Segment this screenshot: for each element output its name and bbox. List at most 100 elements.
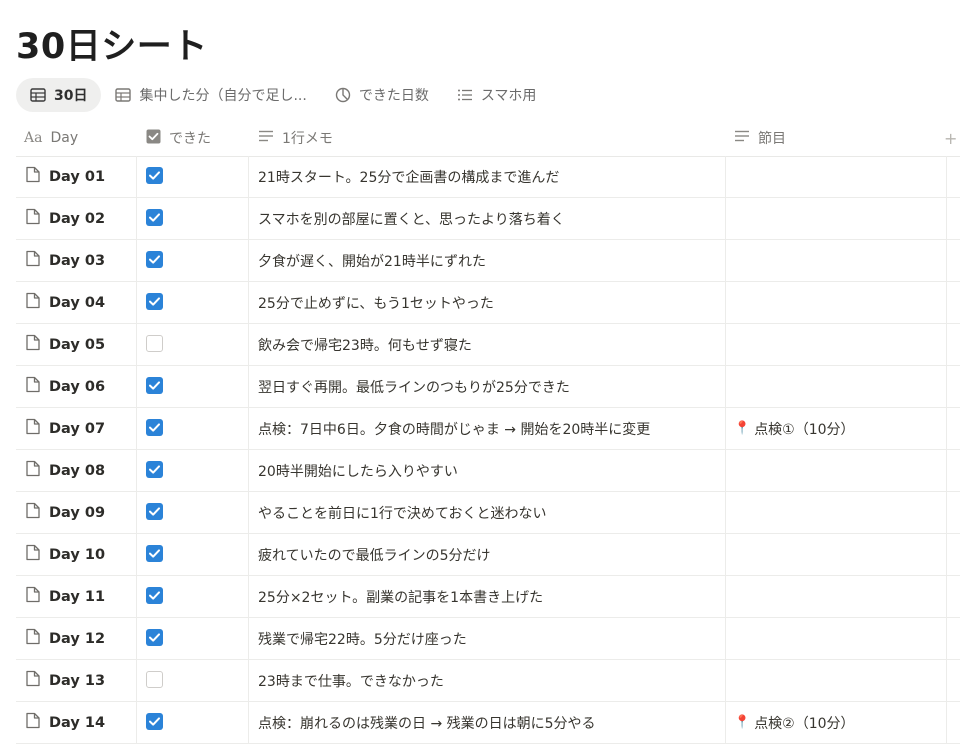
row-title-label: Day 04 <box>49 294 106 311</box>
column-divider <box>136 366 137 407</box>
row-title-label: Day 06 <box>49 378 106 395</box>
done-checkbox[interactable] <box>146 419 163 436</box>
table-row[interactable]: Day 12 残業で帰宅22時。5分だけ座った <box>16 618 960 660</box>
table-row[interactable]: Day 06 翌日すぐ再開。最低ラインのつもりが25分できた <box>16 366 960 408</box>
memo-cell[interactable]: 残業で帰宅22時。5分だけ座った <box>258 618 467 659</box>
table-row[interactable]: Day 02 スマホを別の部屋に置くと、思ったより落ち着く <box>16 198 960 240</box>
done-checkbox[interactable] <box>146 671 163 688</box>
row-title[interactable]: Day 14 <box>26 702 105 743</box>
row-title[interactable]: Day 13 <box>26 660 105 701</box>
tab-smartphone[interactable]: スマホ用 <box>443 78 551 112</box>
memo-cell[interactable]: スマホを別の部屋に置くと、思ったより落ち着く <box>258 198 565 239</box>
page-icon <box>26 292 40 313</box>
row-title[interactable]: Day 03 <box>26 240 105 281</box>
memo-cell[interactable]: 点検：崩れるのは残業の日 → 残業の日は朝に5分やる <box>258 702 596 743</box>
page-icon <box>26 460 40 481</box>
column-divider <box>136 240 137 281</box>
text-lines-icon <box>734 129 750 147</box>
row-title[interactable]: Day 09 <box>26 492 105 533</box>
row-title[interactable]: Day 02 <box>26 198 105 239</box>
column-divider <box>136 450 137 491</box>
column-divider <box>725 702 726 743</box>
table-row[interactable]: Day 03 夕食が遅く、開始が21時半にずれた <box>16 240 960 282</box>
done-checkbox[interactable] <box>146 377 163 394</box>
table-row[interactable]: Day 07 点検：7日中6日。夕食の時間がじゃま → 開始を20時半に変更 📍… <box>16 408 960 450</box>
table-row[interactable]: Day 10 疲れていたので最低ラインの5分だけ <box>16 534 960 576</box>
memo-cell[interactable]: 飲み会で帰宅23時。何もせず寝た <box>258 324 472 365</box>
memo-cell[interactable]: 点検：7日中6日。夕食の時間がじゃま → 開始を20時半に変更 <box>258 408 650 449</box>
column-divider <box>725 450 726 491</box>
column-divider <box>248 408 249 449</box>
table-row[interactable]: Day 04 25分で止めずに、もう1セットやった <box>16 282 960 324</box>
page-icon <box>26 418 40 439</box>
view-tabs: 30日 集中した分（自分で足し... できた日数 スマホ用 <box>16 78 550 112</box>
done-checkbox[interactable] <box>146 545 163 562</box>
done-checkbox[interactable] <box>146 629 163 646</box>
column-divider <box>248 450 249 491</box>
row-title[interactable]: Day 08 <box>26 450 105 491</box>
table-row[interactable]: Day 01 21時スタート。25分で企画書の構成まで進んだ <box>16 156 960 198</box>
memo-cell[interactable]: 疲れていたので最低ラインの5分だけ <box>258 534 491 575</box>
table-row[interactable]: Day 09 やることを前日に1行で決めておくと迷わない <box>16 492 960 534</box>
tab-label: 集中した分（自分で足し... <box>139 88 307 104</box>
column-divider <box>946 408 947 449</box>
done-checkbox[interactable] <box>146 209 163 226</box>
row-title-label: Day 03 <box>49 252 106 269</box>
row-title-label: Day 02 <box>49 210 106 227</box>
text-property-icon: Aa <box>24 130 43 146</box>
node-label: 点検②（10分） <box>754 715 855 732</box>
tab-done-days[interactable]: できた日数 <box>321 78 443 112</box>
tab-30days[interactable]: 30日 <box>16 78 102 112</box>
row-title[interactable]: Day 01 <box>26 156 105 197</box>
done-checkbox[interactable] <box>146 167 163 184</box>
column-divider <box>136 576 137 617</box>
column-divider <box>946 324 947 365</box>
done-checkbox[interactable] <box>146 713 163 730</box>
memo-cell[interactable]: 21時スタート。25分で企画書の構成まで進んだ <box>258 156 559 197</box>
table-row[interactable]: Day 05 飲み会で帰宅23時。何もせず寝た <box>16 324 960 366</box>
row-title[interactable]: Day 10 <box>26 534 105 575</box>
row-title[interactable]: Day 11 <box>26 576 105 617</box>
done-checkbox[interactable] <box>146 251 163 268</box>
table-row[interactable]: Day 08 20時半開始にしたら入りやすい <box>16 450 960 492</box>
chart-icon <box>335 87 351 103</box>
table-row[interactable]: Day 13 23時まで仕事。できなかった <box>16 660 960 702</box>
column-header-memo[interactable]: 1行メモ <box>258 120 333 156</box>
row-title[interactable]: Day 12 <box>26 618 105 659</box>
done-checkbox[interactable] <box>146 335 163 352</box>
table-row[interactable]: Day 11 25分×2セット。副業の記事を1本書き上げた <box>16 576 960 618</box>
node-cell[interactable]: 📍 点検①（10分） <box>734 408 855 449</box>
memo-cell[interactable]: 夕食が遅く、開始が21時半にずれた <box>258 240 486 281</box>
column-divider <box>136 702 137 743</box>
node-cell[interactable]: 📍 点検②（10分） <box>734 702 855 743</box>
done-checkbox[interactable] <box>146 587 163 604</box>
tab-focus-minutes[interactable]: 集中した分（自分で足し... <box>101 78 320 112</box>
column-divider <box>248 492 249 533</box>
row-title[interactable]: Day 04 <box>26 282 105 323</box>
memo-cell[interactable]: 25分で止めずに、もう1セットやった <box>258 282 494 323</box>
column-divider <box>136 156 137 197</box>
done-checkbox[interactable] <box>146 293 163 310</box>
memo-cell[interactable]: 20時半開始にしたら入りやすい <box>258 450 458 491</box>
column-header-node[interactable]: 節目 <box>734 120 786 156</box>
column-divider <box>248 282 249 323</box>
done-checkbox[interactable] <box>146 461 163 478</box>
add-column-icon[interactable]: + <box>944 120 957 156</box>
memo-cell[interactable]: 23時まで仕事。できなかった <box>258 660 444 701</box>
row-title[interactable]: Day 06 <box>26 366 105 407</box>
memo-cell[interactable]: 25分×2セット。副業の記事を1本書き上げた <box>258 576 543 617</box>
row-title[interactable]: Day 05 <box>26 324 105 365</box>
page-icon <box>26 502 40 523</box>
memo-cell[interactable]: やることを前日に1行で決めておくと迷わない <box>258 492 547 533</box>
column-divider <box>946 492 947 533</box>
pin-icon: 📍 <box>734 421 751 436</box>
table-row[interactable]: Day 14 点検：崩れるのは残業の日 → 残業の日は朝に5分やる 📍 点検②（… <box>16 702 960 744</box>
memo-cell[interactable]: 翌日すぐ再開。最低ラインのつもりが25分できた <box>258 366 570 407</box>
row-title[interactable]: Day 07 <box>26 408 105 449</box>
page-icon <box>26 712 40 733</box>
column-label: 1行メモ <box>282 131 333 147</box>
list-icon <box>457 88 473 102</box>
column-header-done[interactable]: できた <box>146 120 211 156</box>
column-header-day[interactable]: Aa Day <box>24 120 78 156</box>
done-checkbox[interactable] <box>146 503 163 520</box>
